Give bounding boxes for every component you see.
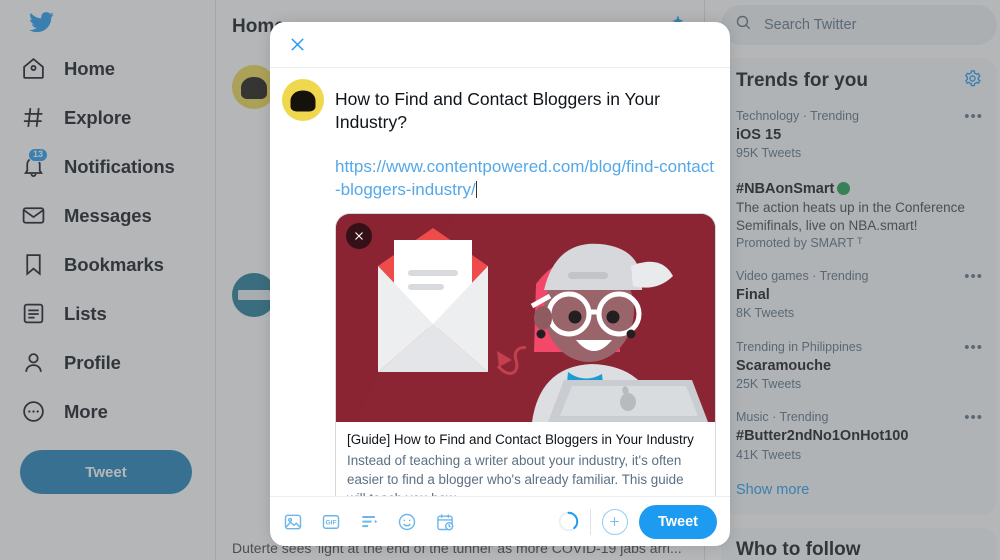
link-preview-text: [Guide] How to Find and Contact Bloggers… xyxy=(336,422,715,496)
close-icon[interactable] xyxy=(282,30,312,60)
toolbar-divider xyxy=(589,508,591,535)
svg-text:GIF: GIF xyxy=(325,519,336,526)
compose-url[interactable]: https://www.contentpowered.com/blog/find… xyxy=(335,156,716,202)
compose-area: How to Find and Contact Bloggers in Your… xyxy=(335,79,716,496)
compose-actions: Tweet xyxy=(558,504,717,539)
remove-image-icon[interactable] xyxy=(346,223,372,250)
compose-tweet-modal: How to Find and Contact Bloggers in Your… xyxy=(270,22,730,546)
text-caret xyxy=(475,181,477,199)
link-preview-title: [Guide] How to Find and Contact Bloggers… xyxy=(347,432,694,448)
compose-tools: GIF xyxy=(282,511,456,533)
image-icon[interactable] xyxy=(282,511,304,533)
avatar xyxy=(282,79,324,121)
emoji-icon[interactable] xyxy=(396,511,418,533)
poll-icon[interactable] xyxy=(358,511,380,533)
char-count-progress-ring xyxy=(558,511,579,532)
modal-header xyxy=(270,22,730,68)
gif-icon[interactable]: GIF xyxy=(320,511,342,533)
modal-toolbar: GIF Tweet xyxy=(270,496,730,546)
modal-body: How to Find and Contact Bloggers in Your… xyxy=(270,68,730,496)
link-preview-card[interactable]: [Guide] How to Find and Contact Bloggers… xyxy=(335,213,716,496)
compose-textarea[interactable]: How to Find and Contact Bloggers in Your… xyxy=(335,79,716,134)
blog-illustration xyxy=(336,214,715,423)
link-preview-image xyxy=(336,214,715,423)
add-thread-icon[interactable] xyxy=(601,508,628,535)
schedule-icon[interactable] xyxy=(434,511,456,533)
tweet-button[interactable]: Tweet xyxy=(638,504,717,539)
compose-url-text: https://www.contentpowered.com/blog/find… xyxy=(335,157,714,200)
link-preview-description: Instead of teaching a writer about your … xyxy=(347,452,684,496)
twitter-app: Home Explore 13 Notifications Messages B… xyxy=(0,0,1000,560)
